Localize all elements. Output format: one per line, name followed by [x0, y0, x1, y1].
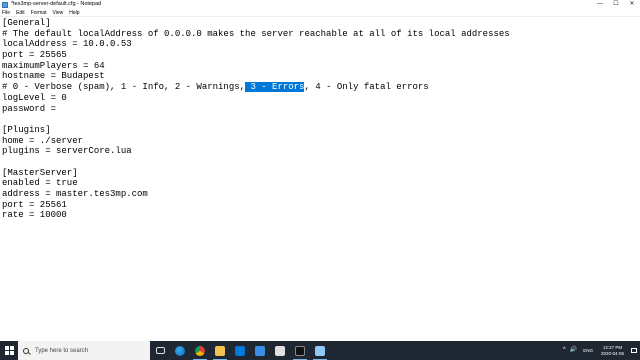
maximize-button[interactable]: ☐ [608, 0, 624, 9]
editor-line: plugins = serverCore.lua [2, 146, 132, 157]
store-taskbar-button[interactable] [230, 341, 250, 360]
editor-line-with-selection: # 0 - Verbose (spam), 1 - Info, 2 - Warn… [2, 82, 640, 93]
store-icon [235, 345, 245, 356]
language-indicator[interactable]: ENG [579, 348, 597, 353]
unity-taskbar-button[interactable] [270, 341, 290, 360]
clock[interactable]: 12:27 PM 2020-04-05 [597, 345, 628, 357]
editor-line: password = [2, 103, 62, 114]
file-explorer-icon [215, 345, 225, 356]
notifications-button[interactable] [628, 341, 640, 360]
system-tray: ^ 🔊 ENG 12:27 PM 2020-04-05 [561, 341, 640, 360]
editor-line: localAddress = 10.0.0.53 [2, 39, 132, 50]
editor-line: port = 25565 [2, 50, 67, 61]
editor-line: [Plugins] [2, 124, 51, 135]
menu-view[interactable]: View [50, 9, 67, 17]
editor-line: [MasterServer] [2, 167, 78, 178]
editor-line: [General] [2, 18, 51, 28]
edge-taskbar-button[interactable] [170, 341, 190, 360]
file-explorer-taskbar-button[interactable] [210, 341, 230, 360]
editor-line: # The default localAddress of 0.0.0.0 ma… [2, 28, 510, 39]
editor-line: home = ./server [2, 135, 84, 146]
volume-icon[interactable]: 🔊 [568, 341, 579, 360]
editor-line: rate = 10000 [2, 210, 67, 221]
selected-text[interactable]: 3 - Errors [245, 82, 305, 93]
menu-file[interactable]: File [0, 9, 13, 17]
taskbar-search-box[interactable]: Type here to search [18, 341, 150, 360]
menu-format[interactable]: Format [28, 9, 50, 17]
search-placeholder: Type here to search [35, 347, 89, 354]
tray-overflow-chevron-icon[interactable]: ^ [561, 341, 568, 360]
clock-date: 2020-04-05 [600, 350, 624, 356]
taskbar: Type here to search ^ 🔊 ENG 12:27 PM 202… [0, 341, 640, 360]
search-icon [23, 347, 29, 354]
line-text-after-selection: , 4 - Only fatal errors [304, 82, 429, 93]
task-view-button[interactable] [150, 341, 170, 360]
line-text-before-selection: # 0 - Verbose (spam), 1 - Info, 2 - Warn… [2, 82, 246, 93]
notepad-app-icon [2, 1, 8, 8]
notification-icon [631, 348, 637, 353]
edge-icon [175, 345, 185, 356]
editor-line: maximumPlayers = 64 [2, 60, 105, 71]
mail-taskbar-button[interactable] [250, 341, 270, 360]
menu-bar: File Edit Format View Help [0, 9, 640, 17]
close-button[interactable]: ✕ [624, 0, 640, 9]
menu-help[interactable]: Help [66, 9, 82, 17]
minimize-button[interactable]: — [592, 0, 608, 9]
notepad-taskbar-button[interactable] [310, 341, 330, 360]
unity-icon [275, 345, 285, 356]
editor-line: hostname = Budapest [2, 71, 105, 82]
command-prompt-icon [295, 345, 305, 356]
task-view-icon [155, 347, 165, 354]
editor-line: enabled = true [2, 178, 78, 189]
notepad-icon [315, 345, 325, 356]
text-editor[interactable]: [General] # The default localAddress of … [0, 17, 640, 341]
editor-line: logLevel = 0 [2, 92, 67, 103]
menu-edit[interactable]: Edit [13, 9, 28, 17]
window-controls: — ☐ ✕ [592, 0, 640, 9]
chrome-icon [195, 345, 205, 356]
command-prompt-taskbar-button[interactable] [290, 341, 310, 360]
start-button[interactable] [0, 341, 18, 360]
editor-line: address = master.tes3mp.com [2, 189, 148, 199]
chrome-taskbar-button[interactable] [190, 341, 210, 360]
editor-line: port = 25561 [2, 199, 67, 210]
windows-logo-icon [4, 346, 14, 355]
title-bar[interactable]: *tes3mp-server-default.cfg - Notepad — ☐… [0, 0, 640, 9]
mail-icon [255, 345, 265, 356]
